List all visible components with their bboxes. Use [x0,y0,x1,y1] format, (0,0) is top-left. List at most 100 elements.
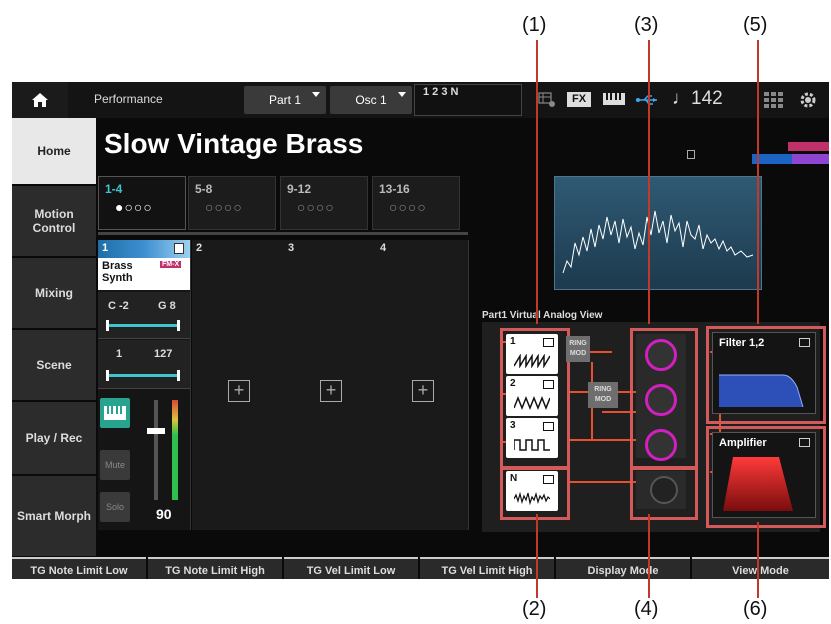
velocity-limit-control[interactable]: 1 127 [98,340,190,389]
filter-label: Filter 1,2 [719,337,765,349]
osc-label: N [510,473,518,484]
menu-grid-icon[interactable] [764,92,784,113]
softkey-tg-note-limit-low[interactable]: TG Note Limit Low [12,557,146,579]
softkey-view-mode[interactable]: View Mode [692,557,829,579]
add-part-button[interactable]: + [320,380,342,402]
softkey-tg-vel-limit-low[interactable]: TG Vel Limit Low [284,557,418,579]
keyboard-icon[interactable] [602,91,626,112]
part-slot-2: 2 + [192,240,285,530]
osc-numbers: 1 2 3 N [423,86,459,98]
engine-badge: FM-X [160,261,182,268]
filter-button[interactable]: Filter 1,2 [712,332,816,414]
sidebar-item-home[interactable]: Home [12,118,96,186]
callout-3: (3) [634,14,659,36]
part1-header: 1 [98,240,190,258]
sidebar-item-play-rec[interactable]: Play / Rec [12,402,96,476]
triangle-wave-icon [514,396,550,410]
noise-level-knob[interactable] [650,476,678,504]
callout-line-6 [757,522,759,598]
edit-window-icon [543,475,554,484]
sawtooth-wave-icon [514,354,550,368]
ring-mod-badge-2: RING MOD [588,382,618,408]
home-icon [32,93,48,107]
top-bar: Performance Part 1 Osc 1 1 2 3 N FX ♩142 [12,82,829,118]
keyboard-control-button[interactable] [100,398,130,428]
sd-card-icon [174,243,184,254]
engine-logo [752,142,829,164]
fx-badge[interactable]: FX [567,92,591,107]
solo-button[interactable]: Solo [100,492,130,522]
osc-1-level-knob[interactable] [645,339,677,371]
softkey-display-mode[interactable]: Display Mode [556,557,690,579]
part1-number: 1 [102,242,109,254]
volume-fader-track[interactable] [147,400,165,500]
sidebar-item-scene[interactable]: Scene [12,330,96,402]
osc-2-button[interactable]: 2 [506,376,558,416]
sidebar-item-smart-morph[interactable]: Smart Morph [12,476,96,558]
synth-screen: Performance Part 1 Osc 1 1 2 3 N FX ♩142… [12,82,829,579]
ring-mod-badge-1: RING MOD [566,336,590,362]
sidebar-item-motion-control[interactable]: Motion Control [12,186,96,258]
grid-icon[interactable] [538,92,556,108]
add-part-button[interactable]: + [412,380,434,402]
tab-dots: ○○○○ [389,199,427,215]
performance-name[interactable]: Slow Vintage Brass [104,128,363,160]
tab-dots: ○○○○ [297,199,335,215]
virtual-analog-title: Part1 Virtual Analog View [482,310,603,321]
add-part-button[interactable]: + [228,380,250,402]
sd-card-icon [687,150,695,159]
edit-window-icon [543,338,554,347]
tab-label: 13-16 [379,182,410,196]
osc-3-level-knob[interactable] [645,429,677,461]
osc-number-display: 1 2 3 N [414,84,522,116]
osc-2-level-knob[interactable] [645,384,677,416]
noise-button[interactable]: N [506,471,558,511]
osc-3-button[interactable]: 3 [506,418,558,458]
home-button[interactable] [12,82,68,118]
amplifier-button[interactable]: Amplifier [712,432,816,518]
settings-gear-icon[interactable] [798,90,818,115]
sidebar-item-mixing[interactable]: Mixing [12,258,96,330]
level-meter [172,400,178,500]
osc-select-tab[interactable]: Osc 1 [330,86,412,114]
callout-4: (4) [634,598,659,620]
volume-fader-handle[interactable] [147,428,165,434]
edit-window-icon [543,422,554,431]
osc-label: 2 [510,378,516,389]
osc-label: 3 [510,420,516,431]
softkey-tg-vel-limit-high[interactable]: TG Vel Limit High [420,557,554,579]
tab-label: 5-8 [195,182,213,196]
slot-number: 3 [288,242,295,254]
callout-2: (2) [522,598,547,620]
part1-name: Brass Synth [102,260,133,284]
tab-parts-5-8[interactable]: 5-8 ○○○○ [188,176,276,230]
tab-parts-9-12[interactable]: 9-12 ○○○○ [280,176,368,230]
part-slot-4: 4 + [376,240,469,530]
callout-5: (5) [743,14,768,36]
amplifier-label: Amplifier [719,437,767,449]
volume-value: 90 [156,506,172,522]
amplifier-envelope-graph [723,457,793,511]
softkey-tg-note-limit-high[interactable]: TG Note Limit High [148,557,282,579]
callout-line-2 [536,514,538,598]
tab-parts-1-4[interactable]: 1-4 ●○○○ [98,176,186,230]
tab-dots: ○○○○ [205,199,243,215]
tab-parts-13-16[interactable]: 13-16 ○○○○ [372,176,460,230]
tempo-display[interactable]: ♩142 [672,88,723,110]
part1-name-box[interactable]: 1 FM-X Brass Synth [98,240,190,290]
slot-number: 4 [380,242,387,254]
osc-label: 1 [510,336,516,347]
callout-line-4 [648,514,650,598]
mute-button[interactable]: Mute [100,450,130,480]
osc-1-button[interactable]: 1 [506,334,558,374]
part-select-tab[interactable]: Part 1 [244,86,326,114]
tab-underline [98,232,468,235]
callout-line-1 [536,40,538,324]
note-limit-control[interactable]: C -2 G 8 [98,292,190,339]
velocity-limit-high: 127 [154,348,173,360]
callout-line-5 [757,40,759,324]
note-limit-low: C -2 [108,300,129,312]
callout-line-3 [648,40,650,324]
waveform-display [554,176,762,290]
noise-wave-icon [514,491,550,505]
